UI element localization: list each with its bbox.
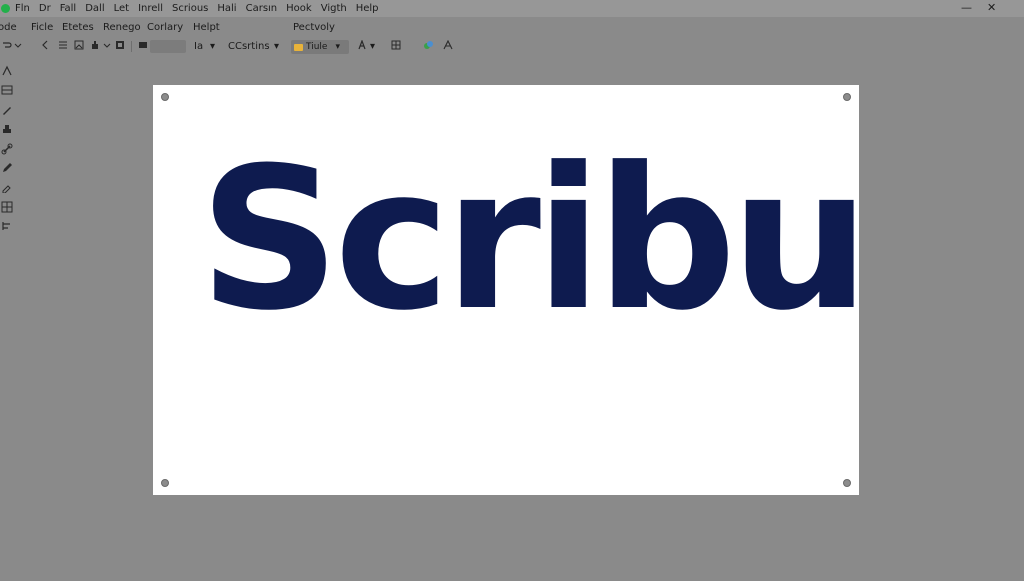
menu-item[interactable]: Scrious: [172, 3, 208, 14]
menu-item[interactable]: Fall: [60, 3, 77, 14]
menu-item[interactable]: Hali: [217, 3, 236, 14]
align-tool-icon[interactable]: [1, 220, 13, 232]
table-tool-icon[interactable]: [1, 84, 13, 96]
menu-item[interactable]: ode: [0, 22, 17, 33]
menu-bar: Fln Dr Fall Dall Let Inrell Scrious Hali…: [0, 0, 1024, 17]
corner-handle[interactable]: [843, 93, 851, 101]
font-name: Csrtins: [234, 41, 270, 52]
image-icon[interactable]: [74, 40, 84, 54]
back-icon[interactable]: [40, 40, 50, 54]
dropdown-icon[interactable]: [103, 40, 111, 54]
list-icon[interactable]: [58, 40, 68, 54]
menu-item[interactable]: Vigth: [321, 3, 347, 14]
menu-item[interactable]: Inrell: [138, 3, 163, 14]
clipboard-icon[interactable]: [90, 40, 100, 54]
document-page[interactable]: Scribu: [153, 85, 870, 495]
menu-item[interactable]: Hook: [286, 3, 312, 14]
menu-item[interactable]: Dall: [85, 3, 104, 14]
menu-item[interactable]: Corlary: [147, 22, 183, 33]
corner-handle[interactable]: [843, 479, 851, 487]
color-icon[interactable]: [423, 40, 434, 54]
style-label: Tiule: [306, 42, 328, 52]
menu-item[interactable]: Dr: [39, 3, 51, 14]
menu-item[interactable]: Pectvoly: [293, 22, 335, 33]
pencil-tool-icon[interactable]: [1, 162, 13, 174]
page-title-text[interactable]: Scribu: [199, 140, 870, 340]
dropdown-icon[interactable]: ▾: [370, 40, 375, 53]
grid-icon[interactable]: [391, 40, 401, 54]
menu-item[interactable]: Etetes: [62, 22, 94, 33]
menu-item[interactable]: Carsın: [246, 3, 278, 14]
pen-tool-icon[interactable]: [1, 104, 13, 116]
dropdown-icon[interactable]: ▾: [210, 40, 215, 53]
menu-item[interactable]: Let: [114, 3, 129, 14]
folder-icon: [294, 43, 303, 51]
font-icon[interactable]: [443, 39, 454, 54]
link-tool-icon[interactable]: [1, 143, 13, 155]
frame-icon[interactable]: [115, 40, 125, 54]
dropdown-icon[interactable]: ▾: [274, 40, 279, 53]
font-field[interactable]: CCsrtins: [228, 40, 270, 53]
minimize-button[interactable]: —: [961, 1, 972, 15]
dropdown-icon: ▾: [335, 42, 340, 52]
eyedropper-tool-icon[interactable]: [1, 181, 13, 193]
dropdown-icon[interactable]: [14, 40, 22, 54]
app-icon[interactable]: [1, 4, 10, 13]
grid-tool-icon[interactable]: [1, 201, 13, 213]
toolbar: Ia ▾ CCsrtins ▾ ▾: [0, 37, 1024, 56]
zoom-label: Ia: [194, 41, 204, 52]
menu-item[interactable]: Help: [356, 3, 379, 14]
text-size-icon[interactable]: [358, 39, 370, 54]
undo-icon[interactable]: [2, 40, 12, 54]
secondary-menu: ode Ficle Etetes Renego Corlary Helpt Pe…: [0, 18, 1024, 36]
corner-handle[interactable]: [161, 479, 169, 487]
select-tool-icon[interactable]: [1, 65, 13, 77]
menu-item[interactable]: Renego: [103, 22, 141, 33]
menu-item[interactable]: Ficle: [31, 22, 53, 33]
text-frame-icon[interactable]: [138, 40, 148, 54]
toolbar-divider: [131, 41, 132, 52]
font-icon: C: [228, 41, 235, 52]
close-button[interactable]: ✕: [987, 1, 996, 15]
style-selector[interactable]: Tiule ▾: [291, 40, 349, 54]
menu-item[interactable]: Helpt: [193, 22, 220, 33]
stamp-tool-icon[interactable]: [1, 123, 13, 135]
menu-item[interactable]: Fln: [15, 3, 30, 14]
zoom-field[interactable]: [150, 40, 186, 53]
corner-handle[interactable]: [161, 93, 169, 101]
